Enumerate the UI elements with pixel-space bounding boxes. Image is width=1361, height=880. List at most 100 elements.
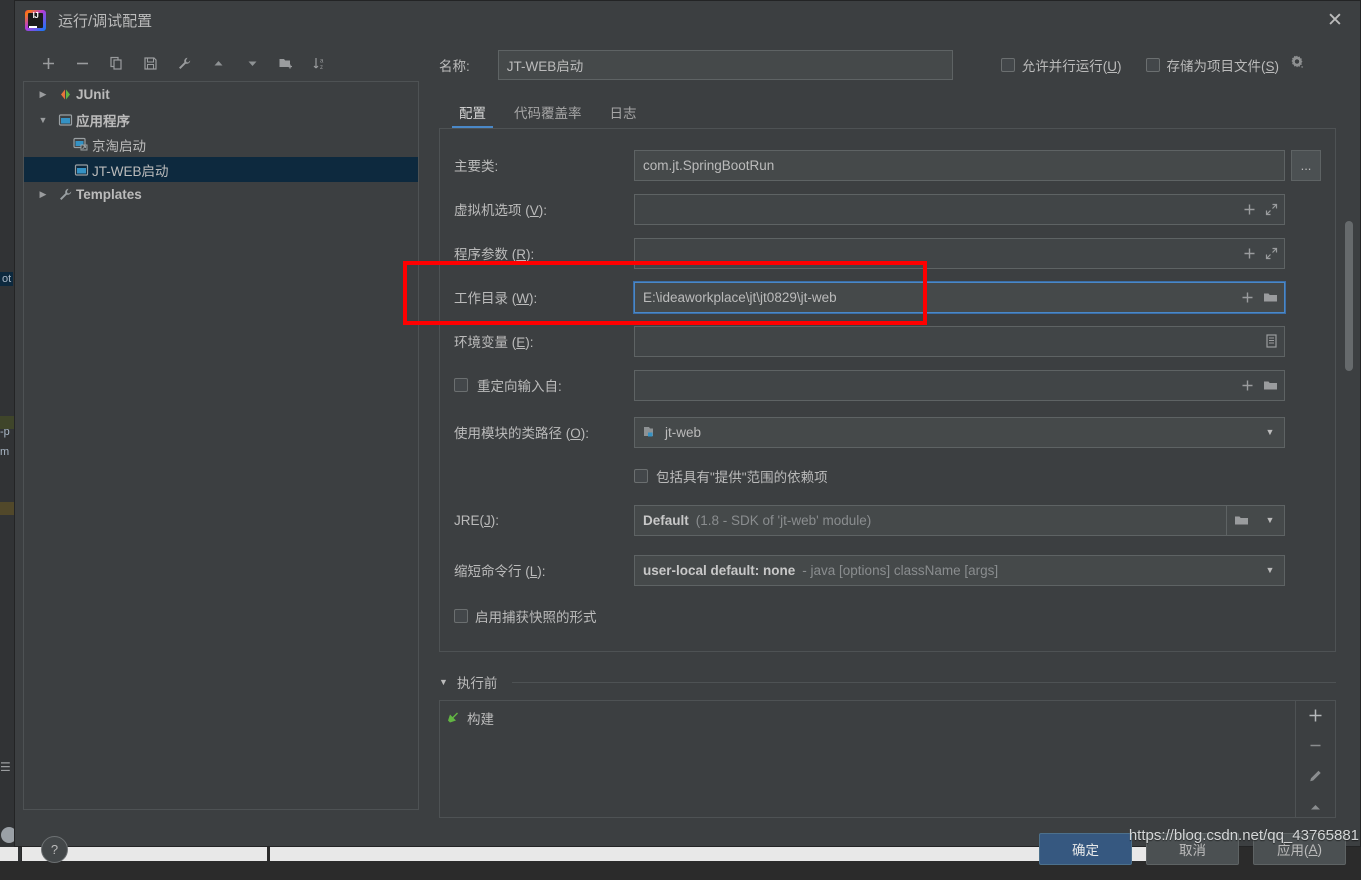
environment-variables-row: 环境变量 (E): [454,319,1321,363]
editor-tabs: 配置 代码覆盖率 日志 [425,91,1360,129]
add-configuration-button[interactable] [31,49,65,77]
before-launch-header[interactable]: ▼ 执行前 [439,672,1336,692]
plus-icon[interactable] [1243,247,1256,260]
shorten-command-line-value-wrap: user-local default: none - java [options… [643,563,1256,578]
scrollbar-thumb[interactable] [1345,221,1353,371]
working-directory-value: E:\ideaworkplace\jt\jt0829\jt-web [643,290,1233,305]
move-task-up-button[interactable] [1299,797,1333,818]
jre-label: JRE(J): [454,513,634,528]
close-icon[interactable]: ✕ [1314,1,1356,39]
tab-logs[interactable]: 日志 [596,95,651,129]
configurations-left-pane: a z ▶ JUnit [15,39,419,818]
tree-node-jingtao-config[interactable]: 京淘启动 [24,132,418,157]
folder-icon[interactable] [1226,506,1256,535]
save-configuration-button[interactable] [133,49,167,77]
jre-combo[interactable]: Default (1.8 - SDK of 'jt-web' module) ▼ [634,505,1285,536]
checkbox-box[interactable] [454,609,468,623]
jre-row: JRE(J): Default (1.8 - SDK of 'jt-web' m… [454,495,1321,545]
plus-icon[interactable] [1243,203,1256,216]
vm-options-label: 虚拟机选项 (V): [454,199,634,219]
enable-capture-snapshot-checkbox[interactable]: 启用捕获快照的形式 [454,595,1321,637]
redirect-input-checkbox[interactable]: 重定向输入自: [454,375,634,395]
chevron-down-icon[interactable]: ▼ [1256,418,1284,447]
checkbox-box[interactable] [634,469,648,483]
new-folder-button[interactable] [269,49,303,77]
main-class-value: com.jt.SpringBootRun [643,158,1278,173]
sort-alphabetically-button[interactable]: a z [303,49,337,77]
checkbox-box[interactable] [454,378,468,392]
application-shortcut-icon [70,137,92,152]
editor-vertical-scrollbar[interactable] [1344,221,1354,818]
folder-icon[interactable] [1263,291,1278,304]
name-input[interactable] [498,50,953,80]
configurations-tree[interactable]: ▶ JUnit ▼ [23,81,419,810]
tree-node-label: Templates [76,187,142,202]
ok-button[interactable]: 确定 [1039,833,1132,865]
add-task-button[interactable] [1299,705,1333,726]
before-launch-task-item[interactable]: 构建 [446,707,1295,729]
tab-code-coverage[interactable]: 代码覆盖率 [500,95,596,129]
move-down-button[interactable] [235,49,269,77]
enable-capture-snapshot-label: 启用捕获快照的形式 [475,606,597,626]
tree-node-application-group[interactable]: ▼ 应用程序 [24,107,418,132]
edit-task-button[interactable] [1299,766,1333,787]
store-as-project-file-label: 存储为项目文件(S) [1167,55,1280,75]
module-classpath-combo[interactable]: jt-web ▼ [634,417,1285,448]
move-up-button[interactable] [201,49,235,77]
checkbox-box[interactable] [1001,58,1015,72]
svg-text:a: a [320,58,324,64]
vm-options-input[interactable] [634,194,1285,225]
include-provided-scope-checkbox[interactable]: 包括具有"提供"范围的依赖项 [634,457,1321,495]
configuration-form: 主要类: com.jt.SpringBootRun ... 虚拟机选项 (V): [439,129,1336,652]
before-launch-divider [512,682,1336,683]
vm-options-row: 虚拟机选项 (V): [454,187,1321,231]
ellipsis-icon[interactable]: ... [1291,150,1321,181]
tree-node-jtweb-config[interactable]: JT-WEB启动 [24,157,418,182]
copy-configuration-button[interactable] [99,49,133,77]
chevron-down-icon[interactable]: ▼ [1256,556,1284,585]
chevron-down-icon[interactable]: ▼ [1256,506,1284,535]
shorten-command-line-combo[interactable]: user-local default: none - java [options… [634,555,1285,586]
redirect-input-row: 重定向输入自: [454,363,1321,407]
before-launch-task-list[interactable]: 构建 [440,701,1295,817]
plus-icon[interactable] [1241,291,1254,304]
folder-icon[interactable] [1263,379,1278,392]
help-icon[interactable]: ? [41,836,68,863]
environment-variables-label: 环境变量 (E): [454,331,634,351]
redirect-input-field[interactable] [634,370,1285,401]
remove-task-button[interactable] [1299,736,1333,757]
main-class-input[interactable]: com.jt.SpringBootRun [634,150,1285,181]
before-launch-side-toolbar [1295,701,1335,817]
configuration-scroll-area: 主要类: com.jt.SpringBootRun ... 虚拟机选项 (V): [425,129,1360,818]
build-hammer-icon [446,711,460,725]
gear-dropdown-icon[interactable] [1289,54,1306,76]
include-provided-scope-label: 包括具有"提供"范围的依赖项 [656,466,828,486]
chevron-down-icon[interactable]: ▼ [32,115,54,125]
expand-icon[interactable] [1265,203,1278,216]
chevron-right-icon[interactable]: ▶ [32,189,54,200]
checkbox-box[interactable] [1146,58,1160,72]
ide-text-fragment: -p [0,426,10,438]
tree-node-label: 应用程序 [76,110,130,130]
application-icon [54,113,76,127]
list-icon[interactable] [1265,334,1278,348]
plus-icon[interactable] [1241,379,1254,392]
expand-icon[interactable] [1265,247,1278,260]
wrench-icon[interactable] [167,49,201,77]
remove-configuration-button[interactable] [65,49,99,77]
environment-variables-input[interactable] [634,326,1285,357]
watermark-text: https://blog.csdn.net/qq_43765881 [1129,827,1359,844]
chevron-right-icon[interactable]: ▶ [32,89,54,100]
working-directory-input[interactable]: E:\ideaworkplace\jt\jt0829\jt-web [634,282,1285,313]
ide-text-fragment: m [0,446,9,458]
dialog-titlebar: IJ 运行/调试配置 ✕ [15,1,1360,39]
store-as-project-file-checkbox[interactable]: 存储为项目文件(S) [1146,55,1280,75]
svg-text:z: z [320,65,323,71]
allow-parallel-run-checkbox[interactable]: 允许并行运行(U) [1001,55,1122,75]
program-arguments-input[interactable] [634,238,1285,269]
tree-node-junit[interactable]: ▶ JUnit [24,82,418,107]
jre-value-muted: (1.8 - SDK of 'jt-web' module) [696,513,871,528]
tree-node-templates[interactable]: ▶ Templates [24,182,418,207]
triangle-down-icon[interactable]: ▼ [439,677,448,687]
tab-configuration[interactable]: 配置 [445,95,500,129]
